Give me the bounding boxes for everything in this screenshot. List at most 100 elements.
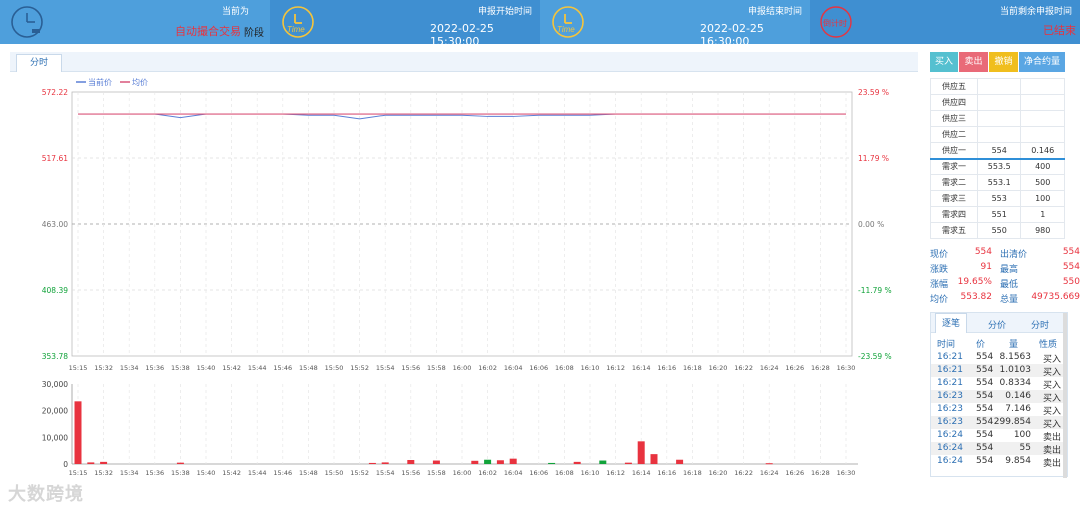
tick-price: 554	[976, 430, 994, 440]
tick-time: 16:24	[937, 443, 963, 453]
volume-x-tick: 16:08	[555, 469, 574, 477]
order-book-level: 需求一	[930, 158, 978, 175]
net-contract-button[interactable]: 净合约量	[1019, 52, 1065, 72]
ticks-scrollbar[interactable]	[1063, 313, 1067, 478]
volume-x-tick: 16:18	[683, 469, 702, 477]
tab-by-minute[interactable]: 分时	[1031, 318, 1049, 331]
order-book-qty: 500	[1020, 174, 1065, 191]
tick-row: 16:21 554 8.1563 买入	[931, 351, 1067, 365]
volume-x-tick: 15:56	[401, 469, 420, 477]
volume-x-tick: 16:22	[734, 469, 753, 477]
order-book-price	[976, 78, 1022, 95]
volume-x-tick: 15:46	[273, 469, 292, 477]
ticks-header: 时间 价 量 性质	[931, 333, 1067, 351]
trade-ticks-panel: 逐笔 分价 分时 时间 价 量 性质 16:21 554 8.1563 买入 16:21…	[930, 312, 1068, 478]
remaining-value: 已结束	[1043, 24, 1076, 37]
price-y-right-tick: -11.79 %	[858, 286, 892, 295]
phase-section: 当前为 自动撮合交易 阶段	[0, 0, 270, 44]
volume-x-tick: 15:58	[427, 469, 446, 477]
price-x-tick: 16:00	[453, 364, 472, 372]
cancel-button[interactable]: 撤销	[989, 52, 1018, 72]
price-x-tick: 15:52	[350, 364, 369, 372]
order-book-level: 供应一	[930, 142, 978, 160]
buy-button[interactable]: 买入	[930, 52, 958, 72]
phase-value: 自动撮合交易	[175, 25, 241, 38]
remaining-label: 当前剩余申报时间	[1000, 7, 1073, 17]
price-x-tick: 15:36	[145, 364, 164, 372]
ticks-tab-bar: 逐笔 分价 分时	[931, 313, 1067, 333]
quote-row: 均价 553.82 总量 49735.669	[930, 292, 1080, 307]
order-book-qty: 1	[1020, 206, 1065, 223]
volume-bar	[573, 461, 581, 464]
volume-x-tick: 16:30	[837, 469, 856, 477]
tick-price: 554	[976, 352, 994, 362]
volume-x-tick: 15:38	[171, 469, 190, 477]
tick-price: 554	[976, 365, 994, 375]
phase-label: 当前为	[222, 7, 250, 17]
quote-label: 总量	[1000, 295, 1019, 305]
volume-x-tick: 16:06	[529, 469, 548, 477]
end-time-section: Time 申报结束时间 2022-02-25 16:30:00	[540, 0, 810, 48]
end-value: 2022-02-25 16:30:00	[700, 22, 764, 48]
order-book-price: 550	[976, 222, 1022, 239]
volume-y-tick: 0	[63, 460, 68, 469]
price-x-tick: 16:08	[555, 364, 574, 372]
price-x-tick: 16:10	[581, 364, 600, 372]
legend-label-avg: 均价	[132, 77, 148, 87]
countdown-icon: 倒计时	[818, 4, 854, 44]
tick-qty: 100	[1013, 430, 1031, 440]
tick-qty: 55	[1019, 443, 1031, 453]
volume-bar	[407, 460, 415, 464]
order-book-price	[976, 126, 1022, 143]
price-x-tick: 15:34	[120, 364, 139, 372]
volume-x-tick: 15:42	[222, 469, 241, 477]
quote-label: 涨跌	[930, 265, 949, 275]
tick-price: 554	[976, 391, 994, 401]
quote-row: 涨跌 91 最高 554	[930, 262, 1080, 277]
tab-minute[interactable]: 分时	[16, 54, 62, 72]
order-book-row: 需求三 553 100	[930, 190, 1065, 207]
tick-row: 16:21 554 1.0103 买入	[931, 364, 1067, 378]
price-x-tick: 15:15	[69, 364, 88, 372]
tick-time: 16:24	[937, 430, 963, 440]
start-value: 2022-02-25 15:30:00	[430, 22, 494, 48]
tick-qty: 0.146	[1005, 391, 1031, 401]
order-book-level: 需求三	[930, 190, 978, 207]
ticks-header-time: 时间	[937, 340, 956, 350]
price-x-tick: 16:02	[478, 364, 497, 372]
price-x-tick: 15:46	[273, 364, 292, 372]
tick-qty: 1.0103	[999, 365, 1032, 375]
tab-tick-by-tick[interactable]: 逐笔	[935, 313, 968, 333]
quote-label: 最高	[1000, 265, 1019, 275]
time-icon-text: Time	[287, 25, 305, 34]
order-book-price: 551	[976, 206, 1022, 223]
price-y-right-tick: 11.79 %	[858, 154, 889, 163]
quote-value: 49735.669	[1031, 292, 1080, 302]
order-book-qty: 100	[1020, 190, 1065, 207]
volume-x-tick: 15:15	[69, 469, 88, 477]
tick-price: 554	[976, 378, 994, 388]
quote-row: 涨幅 19.65% 最低 550	[930, 277, 1080, 292]
tab-by-price[interactable]: 分价	[988, 318, 1006, 331]
tick-row: 16:24 554 55 卖出	[931, 442, 1067, 456]
volume-y-tick: 10,000	[42, 433, 68, 442]
price-y-left-tick: 353.78	[42, 352, 68, 361]
order-book-row: 供应一 554 0.146	[930, 142, 1065, 160]
order-book-row: 需求五 550 980	[930, 222, 1065, 239]
volume-bar	[509, 458, 517, 464]
sell-button[interactable]: 卖出	[959, 52, 988, 72]
quote-label: 最低	[1000, 280, 1019, 290]
price-x-tick: 15:54	[376, 364, 395, 372]
order-book-row: 需求二 553.1 500	[930, 174, 1065, 191]
price-y-left-tick: 463.00	[42, 220, 68, 229]
order-book-row: 需求一 553.5 400	[930, 158, 1065, 175]
volume-x-tick: 16:10	[581, 469, 600, 477]
tick-time: 16:21	[937, 365, 963, 375]
price-x-tick: 15:42	[222, 364, 241, 372]
volume-x-tick: 16:00	[453, 469, 472, 477]
price-x-tick: 16:16	[657, 364, 676, 372]
volume-x-tick: 16:20	[709, 469, 728, 477]
time-icon-text: Time	[557, 25, 575, 34]
tick-row: 16:23 554 7.146 买入	[931, 403, 1067, 417]
price-y-right-tick: 0.00 %	[858, 220, 884, 229]
